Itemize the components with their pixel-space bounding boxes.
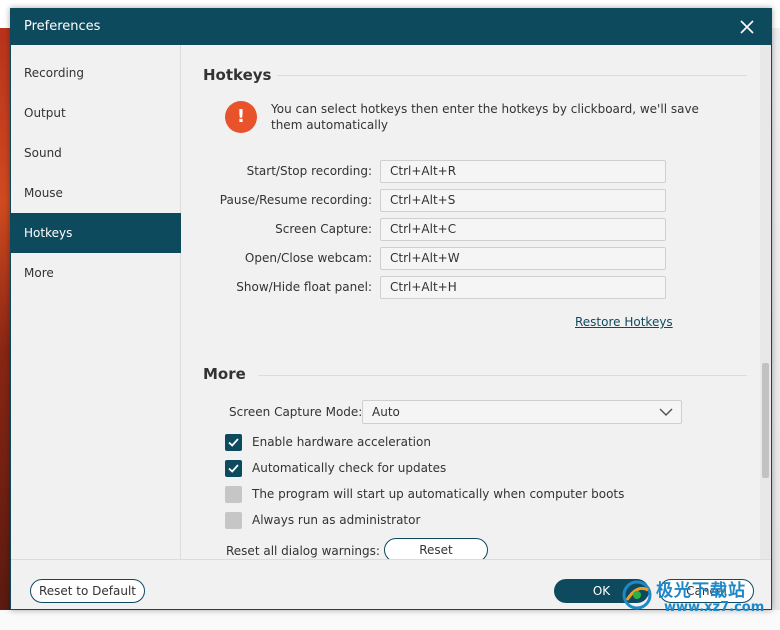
sidebar-item-output[interactable]: Output bbox=[11, 93, 181, 133]
restore-hotkeys-link[interactable]: Restore Hotkeys bbox=[575, 315, 673, 329]
checkbox-label: Automatically check for updates bbox=[252, 461, 447, 475]
checkbox-label: The program will start up automatically … bbox=[252, 487, 625, 501]
checkbox-checked-icon[interactable] bbox=[225, 434, 242, 451]
sidebar-item-more[interactable]: More bbox=[11, 253, 181, 293]
hotkey-label: Open/Close webcam: bbox=[244, 251, 372, 265]
dialog-footer: Reset to Default OK Cancel bbox=[11, 559, 771, 609]
section-divider bbox=[277, 75, 747, 76]
hotkey-field-float-panel[interactable]: Ctrl+Alt+H bbox=[380, 276, 666, 299]
sidebar-item-label: Hotkeys bbox=[24, 226, 73, 240]
capture-mode-select[interactable]: Auto bbox=[362, 400, 682, 424]
hotkey-label: Start/Stop recording: bbox=[246, 164, 372, 178]
sidebar-item-label: Sound bbox=[24, 146, 62, 160]
checkbox-label: Enable hardware acceleration bbox=[252, 435, 431, 449]
checkbox-label: Always run as administrator bbox=[252, 513, 421, 527]
hotkeys-section-title: Hotkeys bbox=[203, 66, 272, 84]
hotkey-label: Pause/Resume recording: bbox=[219, 193, 372, 207]
hotkeys-notice: You can select hotkeys then enter the ho… bbox=[271, 102, 699, 132]
checkbox-checked-icon[interactable] bbox=[225, 460, 242, 477]
background-app-edge bbox=[772, 28, 780, 610]
hotkey-field-screen-capture[interactable]: Ctrl+Alt+C bbox=[380, 218, 666, 241]
more-section-title: More bbox=[203, 365, 246, 383]
reset-warnings-button[interactable]: Reset bbox=[384, 538, 488, 559]
sidebar-item-recording[interactable]: Recording bbox=[11, 53, 181, 93]
close-icon[interactable] bbox=[737, 17, 757, 37]
hotkey-field-start-stop[interactable]: Ctrl+Alt+R bbox=[380, 160, 666, 183]
sidebar-nav: Recording Output Sound Mouse Hotkeys Mor… bbox=[11, 45, 181, 559]
sidebar-item-mouse[interactable]: Mouse bbox=[11, 173, 181, 213]
chevron-down-icon bbox=[659, 408, 673, 417]
capture-mode-value: Auto bbox=[372, 405, 400, 419]
sidebar-item-label: More bbox=[24, 266, 54, 280]
capture-mode-label: Screen Capture Mode: bbox=[229, 405, 363, 419]
reset-warnings-label: Reset all dialog warnings: bbox=[226, 544, 380, 558]
vertical-scrollbar[interactable] bbox=[760, 45, 771, 559]
sidebar-item-label: Output bbox=[24, 106, 66, 120]
dialog-title: Preferences bbox=[24, 19, 101, 34]
title-bar: Preferences bbox=[11, 9, 771, 45]
sidebar-item-label: Mouse bbox=[24, 186, 63, 200]
checkbox-unchecked-icon[interactable] bbox=[225, 486, 242, 503]
hotkey-field-pause-resume[interactable]: Ctrl+Alt+S bbox=[380, 189, 666, 212]
sidebar-item-hotkeys[interactable]: Hotkeys bbox=[11, 213, 181, 253]
hotkey-field-webcam[interactable]: Ctrl+Alt+W bbox=[380, 247, 666, 270]
section-divider bbox=[258, 375, 747, 376]
checkbox-unchecked-icon[interactable] bbox=[225, 512, 242, 529]
reset-to-default-button[interactable]: Reset to Default bbox=[30, 579, 145, 603]
settings-panel: Hotkeys ! You can select hotkeys then en… bbox=[182, 45, 771, 559]
cancel-button[interactable]: Cancel bbox=[659, 579, 754, 603]
warning-icon: ! bbox=[225, 101, 257, 133]
background-strip bbox=[0, 610, 780, 630]
hotkey-label: Screen Capture: bbox=[275, 222, 372, 236]
sidebar-item-label: Recording bbox=[24, 66, 85, 80]
sidebar-item-sound[interactable]: Sound bbox=[11, 133, 181, 173]
preferences-dialog: Preferences Recording Output Sound Mouse… bbox=[10, 8, 772, 610]
ok-button[interactable]: OK bbox=[554, 579, 649, 603]
hotkey-label: Show/Hide float panel: bbox=[236, 280, 372, 294]
scrollbar-thumb[interactable] bbox=[762, 363, 769, 478]
